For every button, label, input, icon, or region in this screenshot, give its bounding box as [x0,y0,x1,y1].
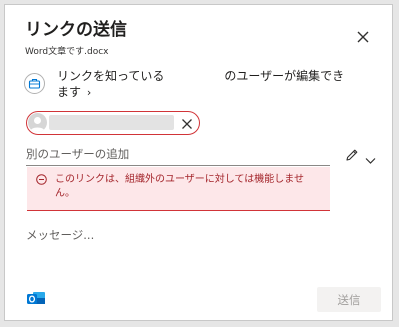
link-permission-settings[interactable]: リンクを知っている のユーザーが編集でき ます › [57,68,372,101]
message-input[interactable] [26,225,366,245]
chevron-down-icon [365,158,376,164]
person-icon [28,113,47,132]
send-button[interactable]: 送信 [317,287,381,312]
remove-recipient-button[interactable] [180,116,194,130]
dialog-title: リンクの送信 [25,20,127,40]
add-people-input[interactable] [26,144,326,164]
file-name: Word文章です.docx [25,47,109,57]
close-icon [357,31,369,43]
share-dialog: リンクの送信 Word文章です.docx リンクを知っている のユーザーが編集でき… [4,4,393,321]
permission-text-line2: ます [57,85,82,99]
minus-circle-icon [36,174,47,185]
briefcase-icon [24,73,45,94]
error-text: このリンクは、組織外のユーザーに対しては機能しません。 [55,174,304,199]
recipient-name-redacted [49,115,174,130]
edit-permission-button[interactable] [345,147,359,161]
close-button[interactable] [353,27,373,47]
error-message: このリンクは、組織外のユーザーに対しては機能しません。 [27,167,330,211]
permission-text-part1: リンクを知っている [57,69,165,83]
recipient-chip[interactable] [26,111,200,135]
permission-dropdown-button[interactable] [365,150,376,164]
add-people-field [26,143,330,166]
outlook-icon [26,288,46,308]
close-icon [182,119,192,129]
pencil-icon [346,149,358,161]
permission-text-part2: のユーザーが編集でき [224,69,345,83]
chevron-right-icon: › [86,86,92,99]
